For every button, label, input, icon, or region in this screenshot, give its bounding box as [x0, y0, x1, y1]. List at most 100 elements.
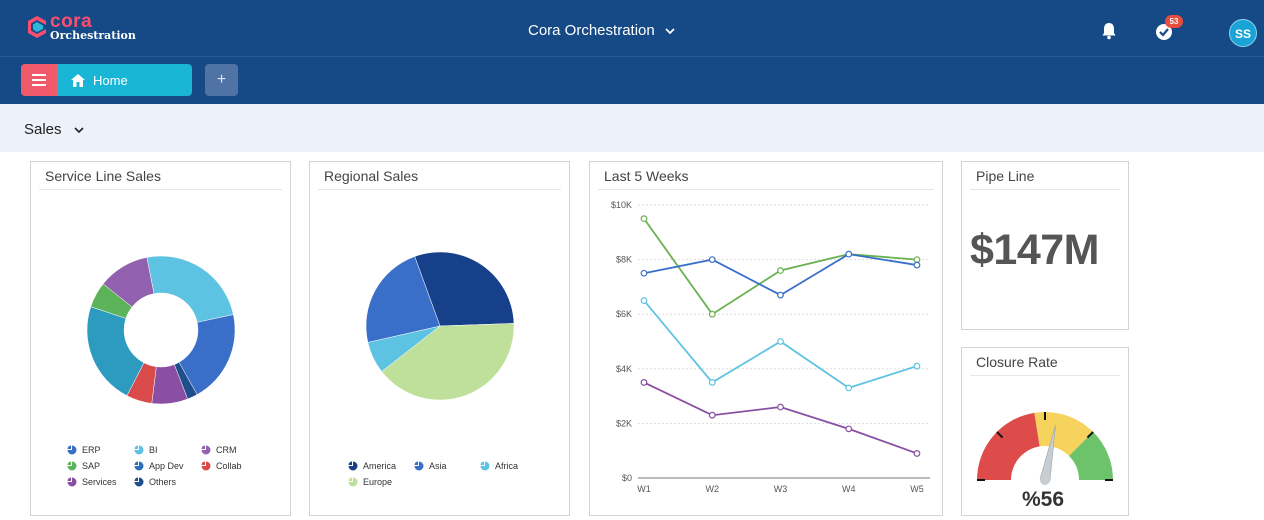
regional-legend: America Asia Africa Europe	[348, 461, 548, 495]
home-icon	[71, 73, 85, 87]
pie-chart-icon	[67, 461, 77, 471]
card-divider	[318, 189, 561, 190]
last-5-weeks-card: Last 5 Weeks $0 $2K $4K $6K $8K $10K W1 W2 W3 W4 W…	[589, 161, 943, 516]
data-point[interactable]	[640, 297, 648, 304]
dashboard-selector[interactable]: Sales	[24, 121, 84, 138]
data-point[interactable]	[708, 310, 716, 318]
x-tick-label: W5	[910, 484, 924, 494]
data-point[interactable]	[640, 269, 648, 277]
data-point[interactable]	[845, 250, 853, 258]
legend-label: Europe	[363, 477, 393, 487]
logo-subtitle: Orchestration	[50, 29, 136, 42]
legend-label: CRM	[216, 445, 237, 455]
data-point[interactable]	[777, 403, 784, 411]
regional-sales-card: Regional Sales America Asia Africa Europe	[309, 161, 570, 516]
legend-item[interactable]: Others	[134, 477, 176, 487]
legend-item[interactable]: BI	[134, 445, 158, 455]
legend-item[interactable]: Europe	[348, 477, 392, 487]
card-title: Closure Rate	[976, 354, 1058, 370]
legend-item[interactable]: Services	[67, 477, 117, 487]
data-point[interactable]	[777, 267, 784, 274]
pie-chart-icon	[201, 445, 211, 455]
app-logo[interactable]: cora Orchestration	[28, 12, 136, 41]
series-line-1[interactable]	[643, 218, 918, 316]
add-tab-button[interactable]: +	[205, 64, 238, 96]
closure-rate-value: %56	[1022, 488, 1065, 511]
bell-icon[interactable]	[1101, 22, 1117, 40]
legend-label: BI	[149, 445, 158, 455]
x-tick-label: W3	[774, 484, 788, 494]
legend-label: Asia	[429, 461, 447, 471]
data-point[interactable]	[845, 384, 853, 392]
data-point[interactable]	[913, 256, 921, 263]
pie-chart-icon	[348, 461, 358, 471]
legend-item[interactable]: Asia	[414, 461, 447, 471]
legend-label: Services	[82, 477, 117, 487]
user-avatar[interactable]: SS	[1229, 19, 1257, 47]
tab-home-label: Home	[93, 72, 128, 88]
card-divider	[39, 189, 282, 190]
data-point[interactable]	[913, 362, 921, 370]
service-line-donut-chart	[86, 255, 236, 405]
logo-mark-icon	[28, 15, 46, 38]
legend-label: Africa	[495, 461, 519, 471]
app-switcher[interactable]: Cora Orchestration	[528, 22, 675, 39]
tab-home[interactable]: Home	[57, 64, 192, 96]
data-point[interactable]	[777, 291, 784, 299]
card-divider	[970, 189, 1120, 190]
top-bar: cora Orchestration Cora Orchestration 53…	[0, 0, 1264, 56]
data-point[interactable]	[913, 261, 921, 269]
legend-item[interactable]: CRM	[201, 445, 237, 455]
pie-chart-icon	[134, 461, 144, 471]
card-title: Regional Sales	[324, 168, 419, 184]
service-line-slice-bi[interactable]	[146, 255, 234, 323]
card-title: Service Line Sales	[45, 168, 161, 184]
y-tick-label: $10K	[611, 200, 632, 210]
pie-chart-icon	[134, 477, 144, 487]
pie-chart-icon	[201, 461, 211, 471]
menu-button[interactable]	[21, 64, 57, 96]
data-point[interactable]	[708, 256, 716, 263]
legend-item[interactable]: America	[348, 461, 396, 471]
legend-label: Others	[149, 477, 177, 487]
closure-rate-card: Closure Rate %56	[961, 347, 1129, 516]
pie-chart-icon	[67, 477, 77, 487]
pie-chart-icon	[134, 445, 144, 455]
y-tick-label: $4K	[616, 364, 632, 374]
card-title: Pipe Line	[976, 168, 1035, 184]
legend-label: App Dev	[149, 461, 184, 471]
gauge-band-1	[977, 412, 1040, 480]
x-tick-label: W2	[706, 484, 720, 494]
legend-item[interactable]: SAP	[67, 461, 100, 471]
pie-chart-icon	[480, 461, 490, 471]
service-line-legend: ERP BI CRM SAP App Dev Collab Services Others	[67, 445, 267, 495]
data-point[interactable]	[845, 425, 853, 433]
legend-item[interactable]: ERP	[67, 445, 101, 455]
card-title: Last 5 Weeks	[604, 168, 689, 184]
y-tick-label: $6K	[616, 309, 632, 319]
data-point[interactable]	[708, 411, 716, 419]
pie-chart-icon	[348, 477, 358, 487]
pipeline-card: Pipe Line $147M	[961, 161, 1129, 330]
filter-bar: Sales	[0, 104, 1264, 152]
legend-item[interactable]: Collab	[201, 461, 242, 471]
legend-label: ERP	[82, 445, 101, 455]
chevron-down-icon	[665, 27, 675, 34]
data-point[interactable]	[640, 215, 648, 223]
regional-pie-chart	[365, 251, 515, 401]
data-point[interactable]	[640, 379, 648, 386]
tab-bar: Home +	[0, 56, 1264, 104]
data-point[interactable]	[913, 450, 921, 457]
data-point[interactable]	[777, 338, 784, 345]
legend-item[interactable]: App Dev	[134, 461, 184, 471]
legend-item[interactable]: Africa	[480, 461, 518, 471]
pie-chart-icon	[67, 445, 77, 455]
hamburger-icon	[32, 74, 46, 86]
y-tick-label: $2K	[616, 418, 632, 428]
series-line-4[interactable]	[643, 381, 918, 455]
notification-badge: 53	[1165, 15, 1183, 28]
card-divider	[598, 189, 934, 190]
data-point[interactable]	[708, 379, 716, 386]
service-line-sales-card: Service Line Sales ERP BI CRM SAP App Dev Col…	[30, 161, 291, 516]
x-tick-label: W1	[637, 484, 651, 494]
